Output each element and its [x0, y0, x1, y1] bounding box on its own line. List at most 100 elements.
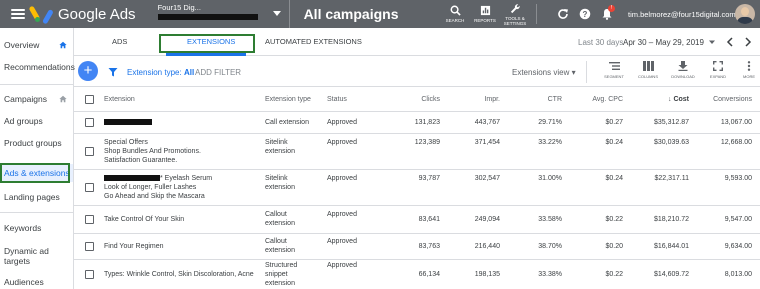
sidebar-item-recommendations[interactable]: Recommendations — [0, 62, 75, 72]
table-row[interactable]: Find Your Regimen Callout extension Appr… — [74, 234, 760, 260]
status: Approved — [327, 139, 357, 146]
columns-button[interactable]: COLUMNS — [633, 61, 663, 79]
ctr: 33.22% — [538, 139, 562, 146]
sidebar-item-label: Product groups — [4, 138, 62, 148]
reports-button[interactable]: REPORTS — [470, 0, 500, 28]
conversions: 12,668.00 — [720, 139, 752, 146]
extension-line-1[interactable]: Types: Wrinkle Control, Skin Discolorati… — [104, 270, 254, 280]
extension-line-3: Satisfaction Guarantee. — [104, 157, 178, 164]
impressions: 216,440 — [474, 243, 500, 250]
hamburger-menu-icon[interactable] — [11, 9, 25, 19]
sidebar-item-landing-pages[interactable]: Landing pages — [0, 192, 73, 202]
row-checkbox[interactable] — [85, 215, 94, 224]
tab-automated-extensions[interactable]: AUTOMATED EXTENSIONS — [265, 37, 362, 46]
chevron-right-icon[interactable] — [744, 37, 752, 47]
clicks: 83,641 — [418, 216, 440, 223]
chevron-left-icon[interactable] — [726, 37, 734, 47]
filter-value: All — [183, 68, 195, 77]
refresh-button[interactable] — [552, 0, 574, 28]
add-filter-button[interactable]: ADD FILTER — [195, 68, 241, 77]
home-icon — [59, 95, 67, 103]
extension-line-1[interactable]: Find Your Regimen — [104, 242, 164, 252]
row-checkbox[interactable] — [85, 147, 94, 156]
sidebar-item-product-groups[interactable]: Product groups — [0, 138, 73, 148]
table-row[interactable]: * Eyelash Serum Look of Longer, Fuller L… — [74, 170, 760, 206]
row-checkbox[interactable] — [85, 242, 94, 251]
ctr: 33.38% — [538, 271, 562, 278]
sidebar: Overview Recommendations Campaigns Ad gr… — [0, 28, 75, 289]
sidebar-item-ad-groups[interactable]: Ad groups — [0, 116, 73, 126]
segment-icon — [608, 62, 620, 70]
clicks: 123,389 — [414, 139, 440, 146]
sidebar-item-audiences[interactable]: Audiences — [0, 277, 73, 287]
row-checkbox[interactable] — [85, 183, 94, 192]
sidebar-item-label: Landing pages — [4, 192, 60, 202]
notifications-button[interactable]: ! — [596, 0, 618, 28]
user-email: tim.belmorez@four15digital.com — [628, 10, 736, 19]
row-checkbox[interactable] — [85, 118, 94, 127]
account-selector[interactable]: Four15 Dig... — [150, 0, 290, 28]
active-filter[interactable]: Extension type: All — [127, 68, 194, 77]
top-bar: Google Ads Four15 Dig... All campaigns S… — [0, 0, 760, 28]
avatar[interactable] — [735, 4, 755, 24]
home-icon — [59, 41, 67, 49]
extension-type-line-2: extension — [265, 184, 295, 191]
help-button[interactable]: ? — [574, 0, 596, 28]
header-impressions[interactable]: Impr. — [440, 95, 500, 105]
table-header-row: Extension Extension type Status Clicks I… — [74, 88, 760, 112]
sidebar-item-overview[interactable]: Overview — [0, 40, 73, 50]
impressions: 443,767 — [474, 119, 500, 126]
extension-line-1[interactable]: Take Control Of Your Skin — [104, 215, 184, 225]
add-extension-button[interactable]: + — [78, 61, 98, 81]
table-row[interactable]: Types: Wrinkle Control, Skin Discolorati… — [74, 260, 760, 289]
extension-cell[interactable] — [104, 118, 152, 128]
conversions: 13,067.00 — [720, 119, 752, 126]
clicks: 131,823 — [414, 119, 440, 126]
table-row[interactable]: Call extension Approved 131,823 443,767 … — [74, 112, 760, 134]
header-clicks[interactable]: Clicks — [374, 95, 440, 105]
clicks: 66,134 — [418, 271, 440, 278]
date-range[interactable]: Apr 30 – May 29, 2019 — [623, 38, 704, 47]
table-row[interactable]: Special Offers Shop Bundles And Promotio… — [74, 134, 760, 170]
wrench-icon — [510, 3, 520, 13]
header-extension-type[interactable]: Extension type — [265, 95, 311, 105]
sidebar-item-dynamic-ad-targets[interactable]: Dynamic ad targets — [0, 246, 56, 266]
extension-line-1-text: * Eyelash Serum — [160, 175, 213, 182]
tab-bar: ADS EXTENSIONS AUTOMATED EXTENSIONS Last… — [74, 28, 760, 56]
download-button[interactable]: DOWNLOAD — [668, 61, 698, 79]
tools-settings-button[interactable]: TOOLS & SETTINGS — [500, 0, 530, 28]
avg-cpc: $0.22 — [605, 216, 623, 223]
segment-button[interactable]: SEGMENT — [599, 61, 629, 79]
views-dropdown[interactable]: Extensions view ▾ — [512, 68, 576, 77]
filter-icon[interactable] — [108, 67, 118, 77]
extension-line-3: Go Ahead and Skip the Mascara — [104, 193, 205, 200]
ctr: 31.00% — [538, 175, 562, 182]
cost: $18,210.72 — [653, 216, 689, 223]
search-button[interactable]: SEARCH — [440, 0, 470, 28]
more-button[interactable]: MORE — [734, 61, 760, 79]
table-row[interactable]: Take Control Of Your Skin Callout extens… — [74, 206, 760, 234]
chevron-down-icon[interactable] — [708, 38, 716, 46]
clicks: 83,763 — [418, 243, 440, 250]
date-preset[interactable]: Last 30 days — [578, 38, 623, 47]
notification-badge: ! — [608, 5, 615, 12]
top-right-icons: ? ! — [552, 0, 618, 28]
header-ctr[interactable]: CTR — [500, 95, 562, 105]
download-label: DOWNLOAD — [671, 74, 695, 79]
header-cost[interactable]: ↓ Cost — [623, 95, 689, 105]
header-status[interactable]: Status — [327, 95, 347, 105]
extension-type-line-2: extension — [265, 220, 295, 227]
header-avg-cpc[interactable]: Avg. CPC — [562, 95, 623, 105]
sidebar-item-campaigns[interactable]: Campaigns — [0, 94, 73, 104]
sidebar-item-keywords[interactable]: Keywords — [0, 223, 73, 233]
row-checkbox[interactable] — [85, 270, 94, 279]
account-name: Four15 Dig... — [157, 3, 201, 12]
sidebar-item-label: Recommendations — [4, 62, 75, 72]
expand-button[interactable]: EXPAND — [703, 61, 733, 79]
select-all-checkbox[interactable] — [85, 95, 94, 104]
columns-label: COLUMNS — [637, 74, 658, 79]
header-extension[interactable]: Extension — [104, 95, 135, 105]
tab-ads[interactable]: ADS — [112, 37, 127, 46]
header-conversions[interactable]: Conversions — [689, 95, 752, 105]
filter-prefix: Extension type: — [127, 68, 182, 77]
